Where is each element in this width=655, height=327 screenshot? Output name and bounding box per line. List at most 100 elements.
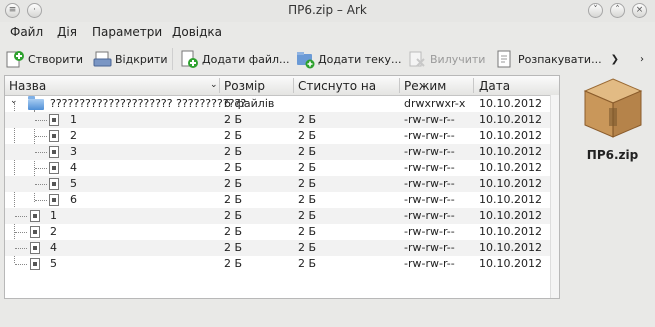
column-header: Назва ⌄ Розмір Стиснуто на Режим Дата: [5, 76, 559, 96]
row-compressed: 2 Б: [298, 193, 317, 206]
row-date: 10.10.2012: [479, 257, 542, 270]
file-icon: [30, 242, 40, 254]
row-date: 10.10.2012: [479, 145, 542, 158]
menu-help[interactable]: Довідка: [172, 25, 222, 39]
collapse-chevron-icon[interactable]: ⌄: [10, 96, 18, 106]
row-size: 2 Б: [224, 129, 243, 142]
vertical-scrollbar[interactable]: [550, 95, 559, 298]
file-icon: [49, 162, 59, 174]
delete-label: Вилучити: [430, 52, 486, 66]
row-name: 4: [50, 241, 57, 254]
row-compressed: 2 Б: [298, 241, 317, 254]
add-folder-label: Додати теку...: [318, 52, 402, 66]
tree-line: [35, 168, 47, 169]
row-name: 5: [70, 177, 77, 190]
row-date: 10.10.2012: [479, 161, 542, 174]
table-row[interactable]: 5 2 Б 2 Б -rw-rw-r-- 10.10.2012: [5, 176, 559, 192]
add-folder-button[interactable]: Додати теку...: [296, 46, 402, 72]
row-size: 2 Б: [224, 145, 243, 158]
table-row[interactable]: 6 2 Б 2 Б -rw-rw-r-- 10.10.2012: [5, 192, 559, 208]
row-name: 6: [70, 193, 77, 206]
menu-settings[interactable]: Параметри: [92, 25, 162, 39]
row-name: 1: [70, 113, 77, 126]
menu-file[interactable]: Файл: [10, 25, 43, 39]
open-icon: [93, 50, 112, 69]
add-file-button[interactable]: Додати файл...: [180, 46, 290, 72]
delete-button[interactable]: Вилучити: [408, 46, 485, 72]
row-size: 2 Б: [224, 209, 243, 222]
row-mode: -rw-rw-r--: [404, 193, 455, 206]
table-row[interactable]: 3 2 Б 2 Б -rw-rw-r-- 10.10.2012: [5, 144, 559, 160]
table-row[interactable]: 4 2 Б 2 Б -rw-rw-r-- 10.10.2012: [5, 160, 559, 176]
row-size: 2 Б: [224, 193, 243, 206]
menu-bar: Файл Дія Параметри Довідка: [0, 22, 655, 42]
row-mode: -rw-rw-r--: [404, 225, 455, 238]
row-date: 10.10.2012: [479, 113, 542, 126]
tree-line: [15, 264, 27, 265]
column-date[interactable]: Дата: [479, 79, 510, 93]
row-size: 2 Б: [224, 161, 243, 174]
column-compressed[interactable]: Стиснуто на: [298, 79, 376, 93]
extract-icon: [496, 50, 515, 69]
close-icon[interactable]: ×: [632, 3, 647, 18]
row-name: 4: [70, 161, 77, 174]
row-compressed: 2 Б: [298, 225, 317, 238]
table-row[interactable]: ⌄ ????????????????????? ???????????? 6 ф…: [5, 96, 559, 112]
table-row[interactable]: 4 2 Б 2 Б -rw-rw-r-- 10.10.2012: [5, 240, 559, 256]
toolbar-overflow-icon[interactable]: ›: [640, 46, 644, 72]
table-row[interactable]: 2 2 Б 2 Б -rw-rw-r-- 10.10.2012: [5, 128, 559, 144]
row-compressed: 2 Б: [298, 257, 317, 270]
new-button[interactable]: Створити: [6, 46, 83, 72]
column-mode[interactable]: Режим: [404, 79, 446, 93]
tree-line: [35, 152, 47, 153]
file-icon: [49, 146, 59, 158]
add-folder-icon: [296, 50, 315, 69]
open-button[interactable]: Відкрити: [93, 46, 168, 72]
row-date: 10.10.2012: [479, 177, 542, 190]
row-compressed: 2 Б: [298, 129, 317, 142]
tree-line: [15, 232, 27, 233]
row-mode: -rw-rw-r--: [404, 145, 455, 158]
menu-action[interactable]: Дія: [57, 25, 77, 39]
toolbar-separator: [172, 48, 173, 70]
column-divider[interactable]: [219, 78, 220, 93]
file-icon: [49, 130, 59, 142]
row-size: 2 Б: [224, 257, 243, 270]
status-bar: [0, 300, 655, 327]
archive-file-list[interactable]: Назва ⌄ Розмір Стиснуто на Режим Дата ⌄ …: [4, 75, 560, 299]
row-compressed: 2 Б: [298, 161, 317, 174]
row-date: 10.10.2012: [479, 209, 542, 222]
table-row[interactable]: 2 2 Б 2 Б -rw-rw-r-- 10.10.2012: [5, 224, 559, 240]
column-divider[interactable]: [473, 78, 474, 93]
row-date: 10.10.2012: [479, 225, 542, 238]
row-date: 10.10.2012: [479, 193, 542, 206]
minimize-icon[interactable]: ˅: [588, 3, 603, 18]
file-icon: [30, 226, 40, 238]
table-row[interactable]: 1 2 Б 2 Б -rw-rw-r-- 10.10.2012: [5, 112, 559, 128]
extract-button[interactable]: Розпакувати... ❯: [496, 46, 619, 72]
table-row[interactable]: 1 2 Б 2 Б -rw-rw-r-- 10.10.2012: [5, 208, 559, 224]
column-size[interactable]: Розмір: [224, 79, 265, 93]
maximize-icon[interactable]: ˄: [610, 3, 625, 18]
file-icon: [30, 258, 40, 270]
add-file-icon: [180, 50, 199, 69]
table-row[interactable]: 5 2 Б 2 Б -rw-rw-r-- 10.10.2012: [5, 256, 559, 272]
row-date: 10.10.2012: [479, 129, 542, 142]
column-name[interactable]: Назва: [9, 79, 46, 93]
column-divider[interactable]: [293, 78, 294, 93]
tree-line: [35, 184, 47, 185]
extract-dropdown-icon[interactable]: ❯: [611, 54, 619, 65]
archive-name: ПР6.zip: [586, 148, 639, 162]
add-file-label: Додати файл...: [202, 52, 290, 66]
row-mode: -rw-rw-r--: [404, 113, 455, 126]
tree-line: [15, 216, 27, 217]
file-icon: [30, 210, 40, 222]
column-divider[interactable]: [399, 78, 400, 93]
tree-line: [35, 120, 47, 121]
tree-line: [35, 200, 47, 201]
new-button-label: Створити: [28, 52, 83, 66]
sort-chevron-icon[interactable]: ⌄: [210, 80, 218, 90]
row-name: 2: [50, 225, 57, 238]
extract-label: Розпакувати...: [518, 52, 602, 66]
row-date: 10.10.2012: [479, 241, 542, 254]
